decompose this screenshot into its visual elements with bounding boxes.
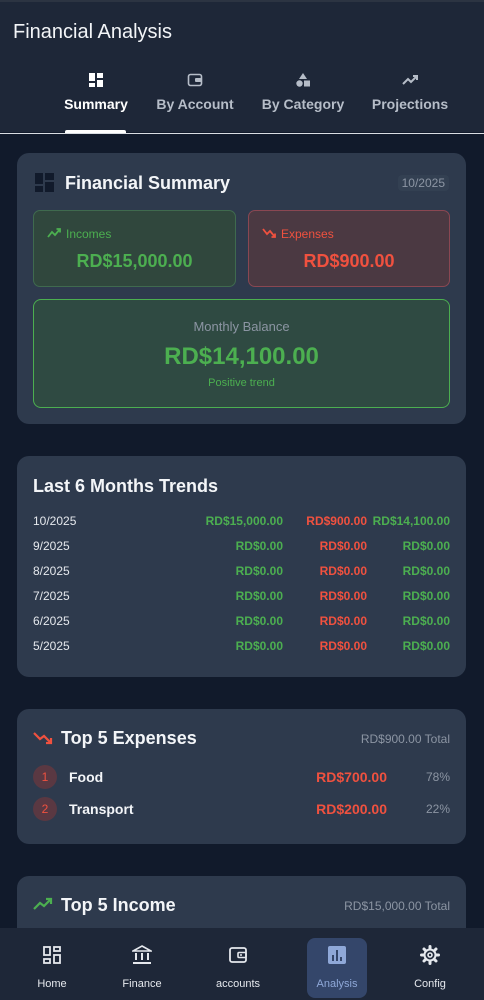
tab-by-category-label: By Category [261, 96, 345, 112]
tab-by-category[interactable]: By Category [259, 72, 347, 134]
trend-income: RD$0.00 [235, 589, 283, 603]
top-income-title: Top 5 Income [61, 895, 176, 915]
category-icon [259, 72, 347, 92]
balance-trend-text: Positive trend [208, 377, 275, 389]
trend-expense: RD$0.00 [319, 639, 367, 653]
expense-category-name: Food [69, 769, 104, 785]
tab-projections[interactable]: Projections [369, 72, 451, 134]
top-income-total: RD$15,000.00 Total [344, 899, 450, 913]
nav-finance[interactable]: Finance [112, 938, 172, 998]
trend-month: 7/2025 [33, 589, 70, 603]
trend-row: 9/2025 RD$0.00 RD$0.00 RD$0.00 [33, 539, 450, 559]
top-expenses-title: Top 5 Expenses [61, 728, 197, 748]
trend-month: 5/2025 [33, 639, 70, 653]
trend-income: RD$0.00 [235, 564, 283, 578]
analytics-icon [307, 945, 367, 967]
trend-month: 10/2025 [33, 514, 77, 528]
period-chip[interactable]: 10/2025 [397, 175, 449, 191]
trend-balance: RD$0.00 [402, 564, 450, 578]
dashboard-icon [35, 173, 55, 198]
rank-badge: 1 [33, 765, 57, 789]
expense-percent: 78% [425, 770, 450, 784]
expenses-value: RD$900.00 [303, 251, 395, 271]
trend-row: 10/2025 RD$15,000.00 RD$900.00 RD$14,100… [33, 514, 450, 534]
incomes-label: Incomes [66, 227, 112, 241]
trend-income: RD$0.00 [235, 639, 283, 653]
monthly-balance-label: Monthly Balance [193, 319, 290, 334]
trend-expense: RD$0.00 [319, 589, 367, 603]
trend-balance: RD$14,100.00 [372, 514, 450, 528]
tab-bar: Summary By Account By Category Projectio… [0, 72, 484, 134]
trend-balance: RD$0.00 [402, 539, 450, 553]
trend-expense: RD$0.00 [319, 564, 367, 578]
nav-analysis[interactable]: Analysis [307, 938, 367, 998]
trend-row: 7/2025 RD$0.00 RD$0.00 RD$0.00 [33, 589, 450, 609]
trend-balance: RD$0.00 [402, 639, 450, 653]
trend-month: 9/2025 [33, 539, 70, 553]
nav-accounts-label: accounts [215, 978, 261, 990]
trending-up-icon [369, 72, 451, 92]
trending-down-icon [33, 730, 53, 751]
expense-list-item[interactable]: 1 Food RD$700.00 78% [33, 765, 450, 789]
nav-analysis-label: Analysis [316, 978, 358, 990]
bank-icon [112, 945, 172, 967]
tab-projections-label: Projections [371, 96, 449, 112]
tab-by-account[interactable]: By Account [153, 72, 237, 134]
top-expenses-card: Top 5 Expenses RD$900.00 Total 1 Food RD… [17, 709, 466, 844]
trend-income: RD$0.00 [235, 539, 283, 553]
incomes-box: Incomes RD$15,000.00 [33, 210, 236, 287]
trending-up-icon [33, 896, 53, 917]
tab-summary-label: Summary [64, 96, 128, 112]
trend-balance: RD$0.00 [402, 589, 450, 603]
nav-home[interactable]: Home [22, 938, 82, 998]
page-title: Financial Analysis [13, 21, 172, 43]
rank-badge: 2 [33, 797, 57, 821]
financial-summary-title: Financial Summary [65, 173, 231, 193]
dashboard-icon [63, 72, 129, 92]
trend-month: 6/2025 [33, 614, 70, 628]
trend-expense: RD$0.00 [319, 614, 367, 628]
nav-config-label: Config [414, 978, 446, 990]
expense-amount: RD$200.00 [316, 801, 387, 817]
tab-summary[interactable]: Summary [63, 72, 129, 134]
trending-down-icon [262, 226, 276, 244]
expense-list-item[interactable]: 2 Transport RD$200.00 22% [33, 797, 450, 821]
top-expenses-total: RD$900.00 Total [360, 732, 450, 746]
nav-accounts[interactable]: accounts [208, 938, 268, 998]
wallet-icon [208, 945, 268, 967]
trend-row: 6/2025 RD$0.00 RD$0.00 RD$0.00 [33, 614, 450, 634]
monthly-balance-value: RD$14,100.00 [164, 343, 319, 370]
incomes-value: RD$15,000.00 [76, 251, 193, 271]
app-bar: Financial Analysis Summary By Account By… [0, 0, 484, 134]
monthly-balance-box: Monthly Balance RD$14,100.00 Positive tr… [33, 299, 450, 408]
trending-up-icon [47, 226, 61, 244]
trend-expense: RD$900.00 [306, 514, 367, 528]
tab-divider [0, 133, 484, 134]
trend-balance: RD$0.00 [402, 614, 450, 628]
home-grid-icon [22, 945, 82, 967]
trends-card: Last 6 Months Trends 10/2025 RD$15,000.0… [17, 456, 466, 677]
expense-amount: RD$700.00 [316, 769, 387, 785]
trend-row: 5/2025 RD$0.00 RD$0.00 RD$0.00 [33, 639, 450, 659]
bottom-nav: Home Finance accounts Analysis Config [0, 928, 484, 1000]
gear-icon [400, 945, 460, 967]
trend-income: RD$0.00 [235, 614, 283, 628]
trends-title: Last 6 Months Trends [33, 476, 219, 496]
wallet-icon [153, 72, 237, 92]
trend-income: RD$15,000.00 [205, 514, 283, 528]
expense-percent: 22% [425, 802, 450, 816]
nav-config[interactable]: Config [400, 938, 460, 998]
expenses-label: Expenses [281, 227, 334, 241]
expenses-box: Expenses RD$900.00 [248, 210, 450, 287]
tab-by-account-label: By Account [156, 96, 234, 112]
trend-expense: RD$0.00 [319, 539, 367, 553]
expense-category-name: Transport [69, 801, 134, 817]
nav-home-label: Home [37, 978, 67, 990]
trend-row: 8/2025 RD$0.00 RD$0.00 RD$0.00 [33, 564, 450, 584]
nav-finance-label: Finance [122, 978, 162, 990]
trend-month: 8/2025 [33, 564, 70, 578]
financial-summary-card: Financial Summary 10/2025 Incomes RD$15,… [17, 153, 466, 424]
